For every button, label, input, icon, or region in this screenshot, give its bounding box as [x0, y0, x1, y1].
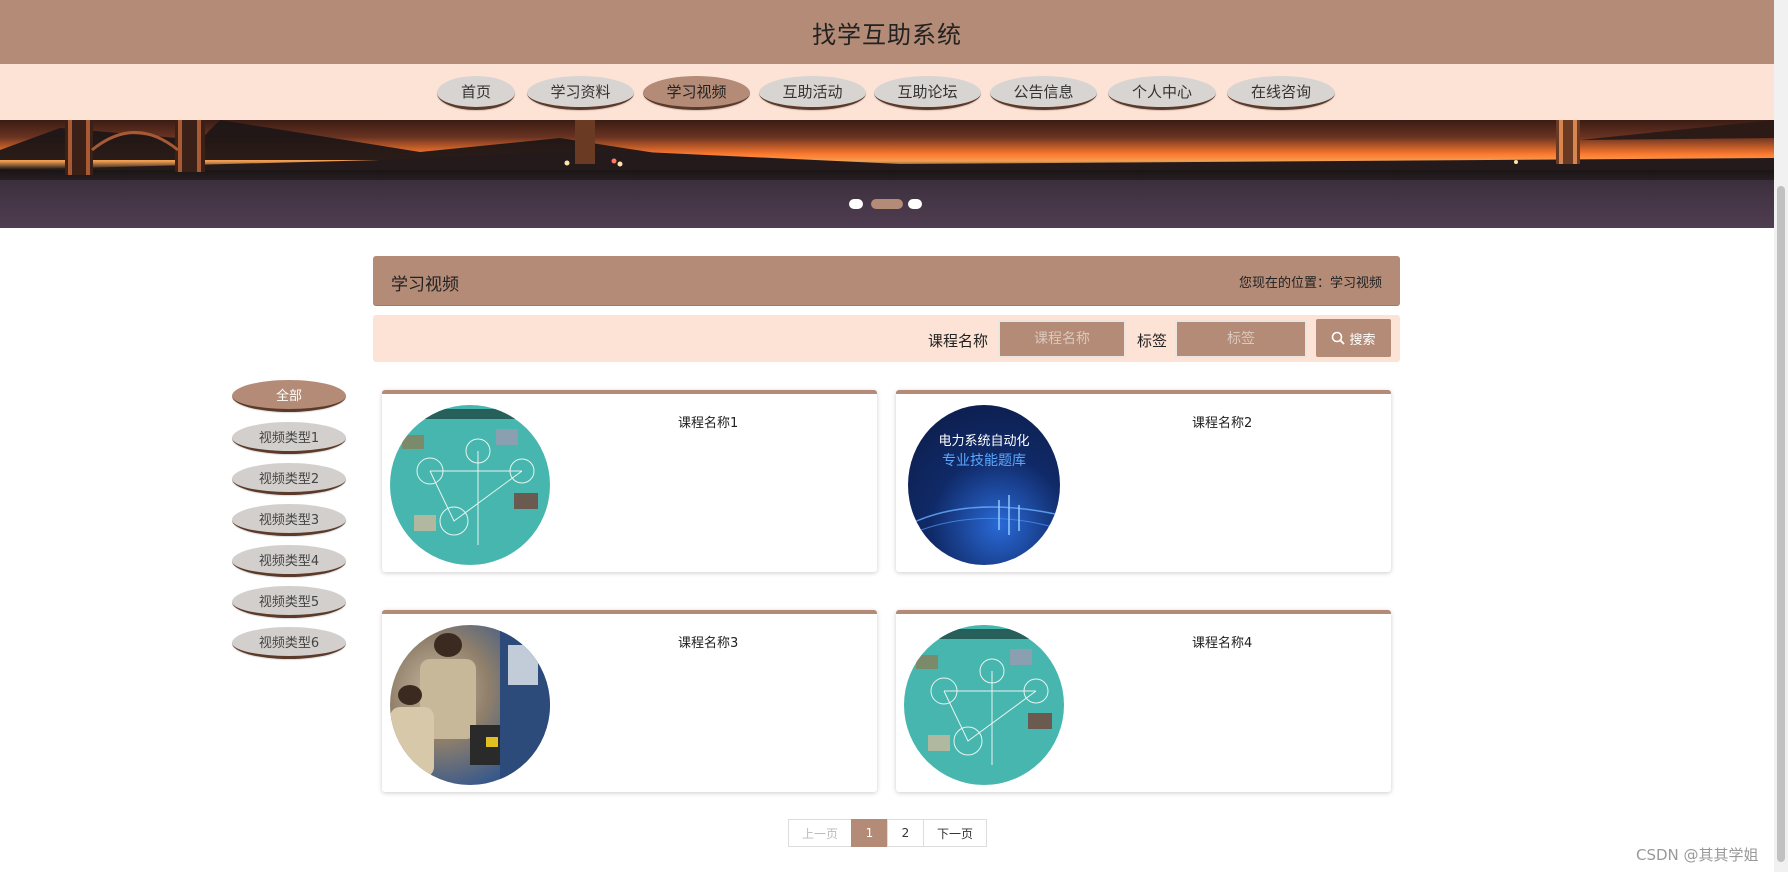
video-title[interactable]: 课程名称3 [678, 632, 738, 651]
video-card[interactable]: 课程名称3 [382, 610, 877, 792]
nav-item-online-consult[interactable]: 在线咨询 [1227, 76, 1335, 110]
pagination: 上一页 1 2 下一页 [788, 819, 987, 847]
banner-carousel [0, 120, 1774, 228]
video-card[interactable]: 课程名称1 [382, 390, 877, 572]
tag-label: 标签 [1137, 332, 1168, 350]
search-icon [1332, 331, 1346, 345]
category-video-type-4[interactable]: 视频类型4 [232, 545, 346, 577]
nav-item-forum[interactable]: 互助论坛 [874, 76, 981, 110]
video-thumbnail[interactable] [390, 405, 550, 565]
banner-image [0, 120, 1774, 228]
section-header: 学习视频 您现在的位置：学习视频 [373, 256, 1400, 306]
nav-item-mutual-activities[interactable]: 互助活动 [759, 76, 866, 110]
video-card[interactable]: 课程名称4 [896, 610, 1391, 792]
course-name-label: 课程名称 [928, 332, 989, 350]
carousel-dot-3[interactable] [908, 199, 922, 209]
breadcrumb: 您现在的位置：学习视频 [1239, 272, 1382, 291]
search-button-label: 搜索 [1349, 332, 1376, 348]
section-title: 学习视频 [391, 275, 459, 295]
nav-item-study-videos[interactable]: 学习视频 [643, 76, 750, 110]
video-thumbnail[interactable]: 电力系统自动化 专业技能题库 [908, 405, 1060, 565]
book-cover-title: 电力系统自动化 [938, 434, 1029, 449]
category-video-type-6[interactable]: 视频类型6 [232, 627, 346, 659]
breadcrumb-current[interactable]: 学习视频 [1330, 276, 1382, 291]
site-title: 找学互助系统 [812, 20, 962, 49]
category-video-type-1[interactable]: 视频类型1 [232, 422, 346, 454]
power-system-diagram-image [916, 629, 1052, 765]
book-cover-subtitle: 专业技能题库 [942, 453, 1026, 469]
video-thumbnail[interactable] [390, 625, 550, 785]
power-system-diagram-image [402, 409, 538, 545]
course-name-input[interactable] [998, 320, 1126, 358]
category-video-type-5[interactable]: 视频类型5 [232, 586, 346, 618]
tag-input[interactable] [1175, 320, 1307, 358]
page-2-button[interactable]: 2 [887, 819, 924, 847]
prev-page-button[interactable]: 上一页 [788, 819, 852, 847]
category-all[interactable]: 全部 [232, 380, 346, 412]
category-video-type-2[interactable]: 视频类型2 [232, 463, 346, 495]
search-button[interactable]: 搜索 [1316, 319, 1391, 357]
site-header: 找学互助系统 [0, 0, 1774, 64]
category-video-type-3[interactable]: 视频类型3 [232, 504, 346, 536]
nav-item-announcements[interactable]: 公告信息 [990, 76, 1097, 110]
carousel-dot-1[interactable] [849, 199, 863, 209]
video-title[interactable]: 课程名称1 [678, 412, 738, 431]
nav-item-personal-center[interactable]: 个人中心 [1108, 76, 1216, 110]
breadcrumb-prefix: 您现在的位置： [1238, 276, 1330, 291]
video-title[interactable]: 课程名称2 [1192, 412, 1252, 431]
main-nav: 首页 学习资料 学习视频 互助活动 互助论坛 公告信息 个人中心 在线咨询 [0, 64, 1774, 120]
scrollbar-thumb[interactable] [1777, 186, 1785, 862]
video-card[interactable]: 电力系统自动化 专业技能题库 课程名称2 [896, 390, 1391, 572]
search-bar: 课程名称 标签 搜索 [373, 315, 1400, 362]
nav-item-home[interactable]: 首页 [437, 76, 515, 110]
video-title[interactable]: 课程名称4 [1192, 632, 1252, 651]
book-cover-image: 电力系统自动化 专业技能题库 [908, 434, 1060, 536]
next-page-button[interactable]: 下一页 [923, 819, 987, 847]
carousel-dot-2[interactable] [871, 199, 903, 209]
video-thumbnail[interactable] [904, 625, 1064, 785]
page-1-button[interactable]: 1 [851, 819, 888, 847]
watermark: CSDN @其其学姐 [1636, 846, 1759, 864]
workers-photo-image [390, 625, 550, 785]
page-scrollbar[interactable] [1774, 0, 1788, 872]
nav-item-study-materials[interactable]: 学习资料 [527, 76, 634, 110]
